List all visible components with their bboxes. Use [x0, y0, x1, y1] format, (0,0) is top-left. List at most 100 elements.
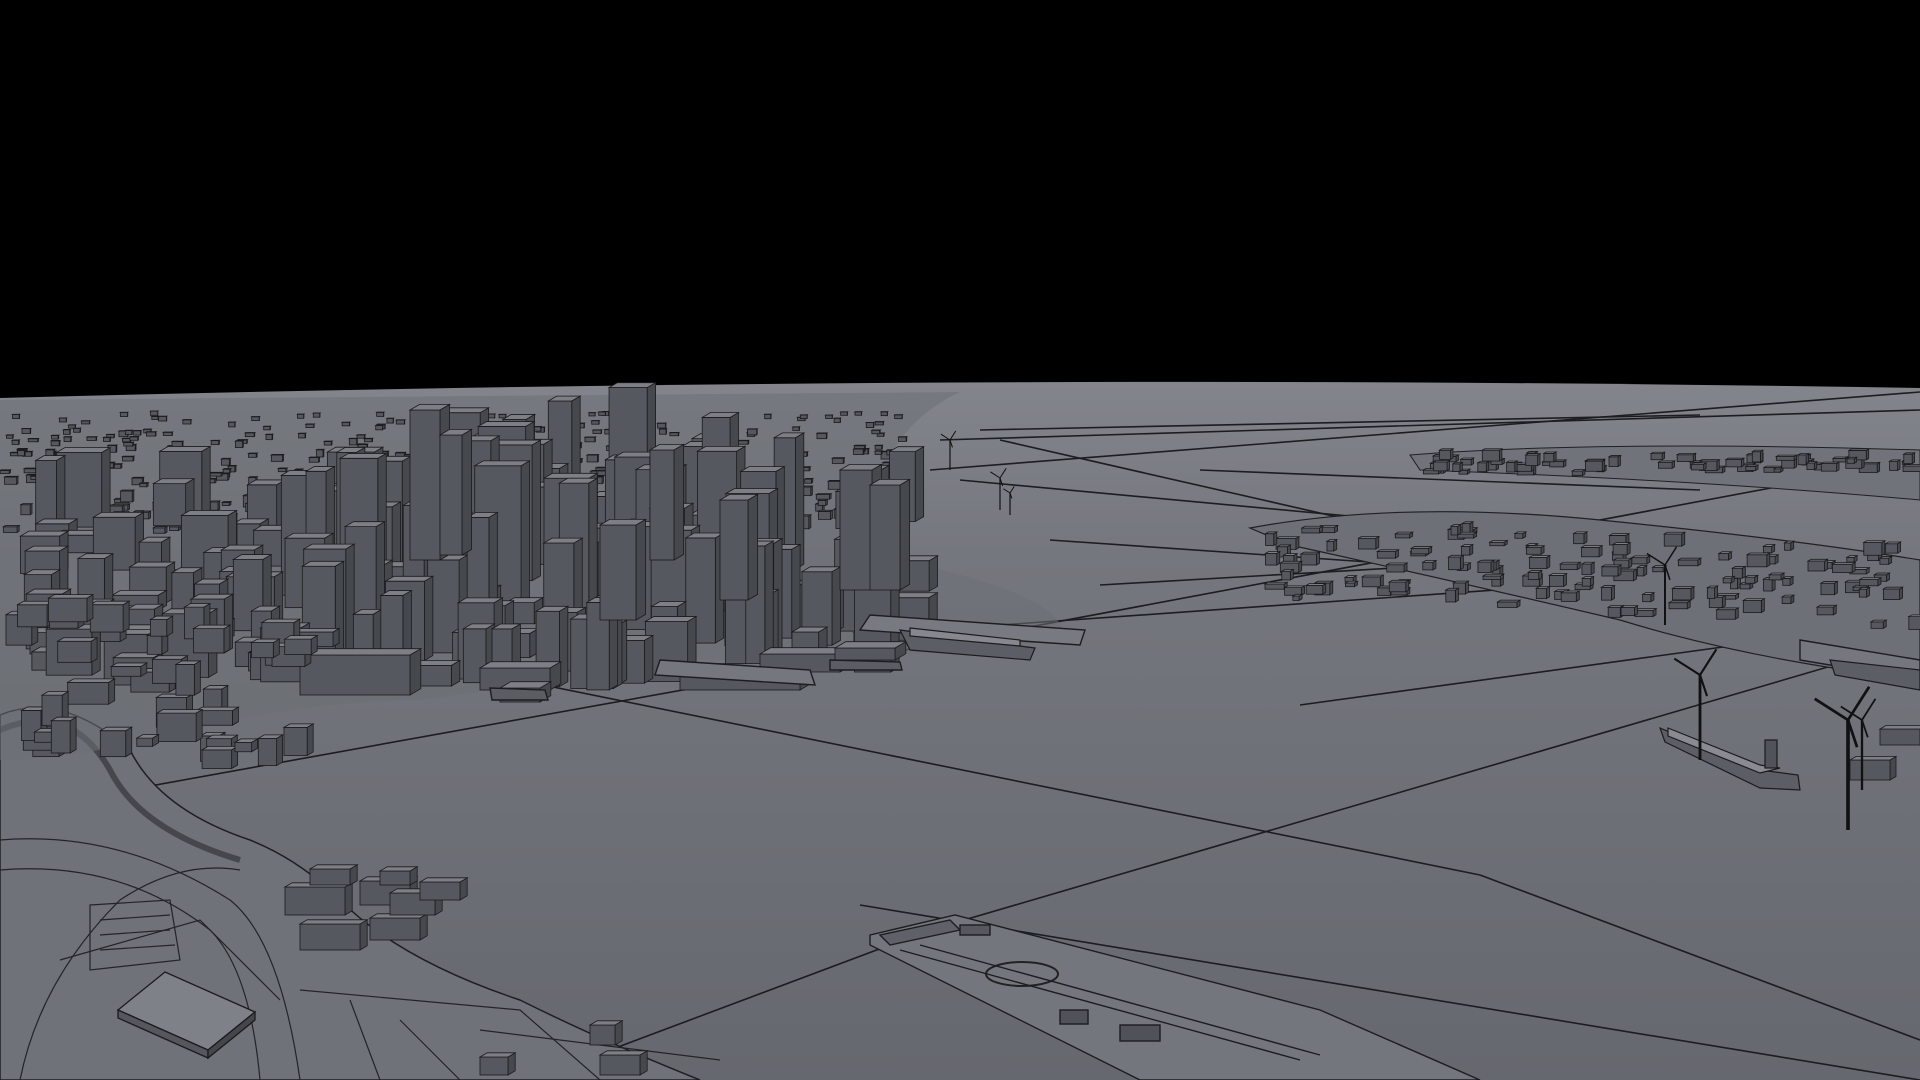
building-roof	[418, 877, 469, 883]
building-face	[68, 424, 76, 429]
building-face	[865, 422, 874, 428]
building-roof	[260, 618, 302, 624]
building-face	[1806, 462, 1815, 470]
building-roof	[1745, 552, 1772, 556]
building-face	[1908, 616, 1920, 630]
building-face	[50, 720, 71, 754]
building-face	[122, 438, 131, 443]
building-roof	[91, 511, 145, 518]
building-face	[1410, 547, 1430, 555]
building-face	[1608, 456, 1619, 467]
building-face	[498, 413, 507, 419]
building-face	[439, 434, 463, 556]
building-roof	[1869, 619, 1888, 623]
building-face	[58, 417, 67, 423]
building-face	[1445, 589, 1456, 603]
building-roof	[208, 500, 222, 503]
building-roof	[1689, 462, 1708, 465]
building-roof	[1444, 587, 1460, 591]
building-roof	[1299, 551, 1321, 555]
building-face	[719, 499, 749, 601]
building-roof	[110, 589, 169, 596]
building-roof	[816, 509, 834, 512]
building-face	[51, 435, 59, 440]
building-side	[1766, 552, 1771, 568]
building-face	[1581, 563, 1592, 575]
building-roof	[1264, 551, 1282, 554]
building-face	[1832, 563, 1853, 573]
building-face	[1725, 459, 1742, 468]
building-roof	[1481, 573, 1506, 577]
building-roof	[1528, 555, 1552, 558]
building-face	[1718, 553, 1729, 561]
building-roof	[1656, 460, 1677, 463]
building-roof	[1, 525, 21, 528]
building-roof	[150, 655, 189, 660]
building-face	[110, 666, 142, 677]
building-roof	[200, 745, 240, 751]
building-roof	[643, 616, 698, 622]
building-face	[1858, 588, 1867, 598]
building-roof	[1715, 607, 1740, 611]
building-face	[419, 881, 461, 901]
building-roof	[1304, 583, 1328, 586]
building-roof	[1724, 457, 1746, 460]
building-face	[265, 434, 273, 441]
building-face	[833, 417, 841, 423]
building-roof	[1819, 461, 1841, 464]
building-face	[251, 642, 274, 659]
building-face	[1573, 533, 1585, 545]
building-face	[1394, 533, 1411, 539]
building-face	[312, 412, 321, 418]
city-3d-map[interactable]	[0, 0, 1920, 1080]
building-roof	[247, 476, 259, 478]
building-side	[344, 882, 353, 916]
building-face	[1482, 575, 1502, 580]
building-roof	[98, 726, 134, 732]
building-face	[175, 664, 195, 696]
building-face	[825, 414, 833, 419]
building-side	[747, 493, 758, 601]
building-roof	[88, 600, 131, 606]
building-face	[1607, 606, 1621, 618]
building-face	[1631, 557, 1648, 565]
building-face	[1784, 542, 1792, 551]
building-face	[251, 416, 260, 421]
building-roof	[1649, 451, 1667, 455]
building-roof	[1496, 599, 1522, 603]
building-face	[1820, 463, 1838, 472]
building-roof	[384, 575, 435, 582]
building-face	[158, 415, 167, 422]
building-roof	[293, 468, 305, 470]
building-face	[1739, 583, 1751, 590]
building-face	[1773, 468, 1782, 473]
building-roof	[151, 526, 169, 529]
building-roof	[1558, 561, 1582, 565]
building-face	[839, 469, 873, 591]
building-roof	[1432, 460, 1451, 463]
building-face	[298, 433, 306, 439]
building-roof	[739, 466, 786, 472]
building-side	[635, 518, 646, 621]
building-roof	[1409, 546, 1434, 549]
building-roof	[1313, 580, 1335, 584]
map-viewport[interactable]	[0, 0, 1920, 1080]
building-face	[1529, 556, 1548, 569]
building-side	[1329, 580, 1334, 596]
building-roof	[1375, 549, 1400, 552]
building-face	[880, 411, 888, 417]
building-roof	[456, 597, 504, 604]
building-face	[386, 417, 394, 424]
building-face	[1746, 554, 1768, 568]
building-side	[276, 734, 284, 767]
building-side	[1760, 598, 1765, 614]
building-face	[17, 450, 25, 457]
building-roof	[394, 451, 408, 454]
building-face	[1706, 587, 1715, 599]
building-roof	[724, 488, 779, 494]
building-face	[17, 604, 48, 628]
building-face	[1612, 543, 1628, 556]
building-roof	[119, 489, 136, 492]
building-face	[1671, 588, 1692, 601]
building-roof	[1387, 579, 1411, 583]
